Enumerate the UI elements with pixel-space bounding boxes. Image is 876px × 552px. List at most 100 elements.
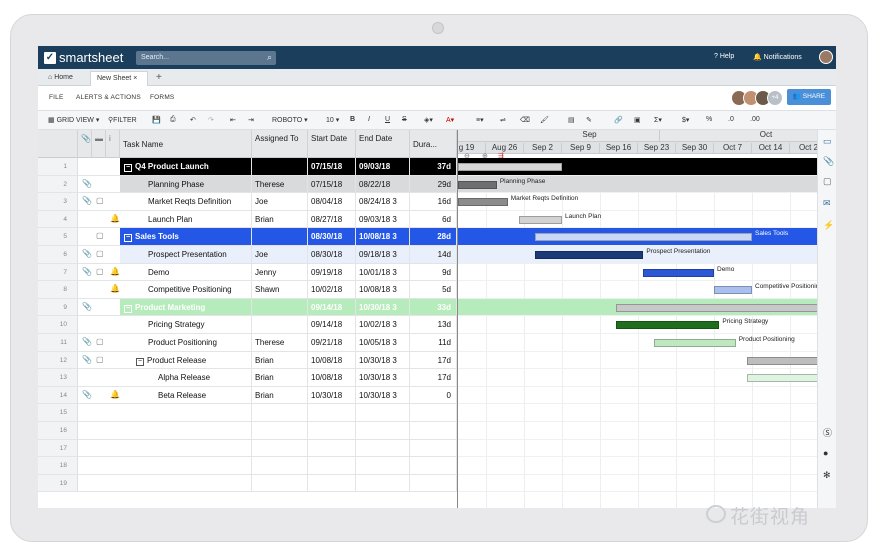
task-name-cell[interactable]: − Product Release: [120, 351, 252, 369]
task-name-cell[interactable]: Product Positioning: [120, 334, 252, 351]
start-date-cell[interactable]: 10/08/18: [308, 351, 356, 369]
row-number[interactable]: 13: [38, 369, 78, 386]
integrations-icon[interactable]: ✻: [823, 470, 831, 481]
gantt-bar[interactable]: [746, 374, 818, 383]
end-date-cell[interactable]: 10/08/18 3: [356, 281, 410, 298]
duration-cell[interactable]: 5d: [410, 281, 457, 298]
end-date-cell[interactable]: 08/24/18 3: [356, 193, 410, 210]
end-date-cell[interactable]: [356, 474, 410, 492]
task-name-cell[interactable]: Beta Release: [120, 386, 252, 404]
attachment-icon[interactable]: 📎: [82, 267, 92, 276]
start-date-cell[interactable]: [308, 422, 356, 439]
assigned-cell[interactable]: Brian: [252, 210, 308, 228]
gantt-bar[interactable]: [458, 163, 562, 171]
task-name-cell[interactable]: − Sales Tools: [120, 228, 252, 245]
filter-button[interactable]: ⚲FILTER: [108, 116, 137, 124]
link-icon[interactable]: 🔗: [614, 116, 623, 124]
assigned-cell[interactable]: [252, 228, 308, 245]
table-row[interactable]: 4 🔔 Launch Plan Brian 08/27/18 09/03/18 3 6d: [38, 210, 457, 229]
assigned-cell[interactable]: Brian: [252, 369, 308, 386]
duration-cell[interactable]: 17d: [410, 351, 457, 369]
row-number[interactable]: 3: [38, 193, 78, 210]
task-name-cell[interactable]: [120, 457, 252, 474]
table-row[interactable]: 11 📎 ▢ Product Positioning Therese 09/21/18 10…: [38, 334, 457, 352]
start-date-cell[interactable]: [308, 404, 356, 421]
percent-button[interactable]: %: [706, 116, 712, 123]
start-date-cell[interactable]: [308, 474, 356, 492]
attachment-icon[interactable]: 📎: [82, 390, 92, 399]
table-row[interactable]: 2 📎 Planning Phase Therese 07/15/18 08/22/18 …: [38, 175, 457, 194]
table-row[interactable]: 6 📎 ▢ Prospect Presentation Joe 08/30/18 09/18…: [38, 246, 457, 264]
attachment-icon[interactable]: 📎: [82, 337, 92, 346]
tab-home[interactable]: ⌂ Home: [42, 71, 79, 86]
assigned-cell[interactable]: Jenny: [252, 263, 308, 281]
task-name-cell[interactable]: Prospect Presentation: [120, 246, 252, 263]
grid-view-button[interactable]: ▦ GRID VIEW ▾: [48, 116, 99, 124]
assigned-cell[interactable]: Brian: [252, 386, 308, 404]
task-name-cell[interactable]: [120, 404, 252, 421]
outdent-icon[interactable]: ⇤: [230, 116, 236, 124]
duration-cell[interactable]: 16d: [410, 193, 457, 210]
table-row[interactable]: 7 📎 ▢ 🔔 Demo Jenny 09/19/18 10/01/18 3 9d: [38, 263, 457, 282]
gantt-bar[interactable]: [458, 180, 497, 189]
start-date-cell[interactable]: 08/30/18: [308, 228, 356, 245]
duration-cell[interactable]: 29d: [410, 175, 457, 193]
end-date-cell[interactable]: 10/30/18 3: [356, 298, 410, 316]
table-row[interactable]: 12 📎 ▢ − Product Release Brian 10/08/18 10/30/1…: [38, 351, 457, 370]
bold-button[interactable]: B: [350, 116, 355, 123]
assigned-cell[interactable]: Therese: [252, 334, 308, 351]
row-number[interactable]: 10: [38, 316, 78, 333]
strikethrough-button[interactable]: S: [402, 116, 407, 123]
row-number[interactable]: 16: [38, 422, 78, 439]
duration-cell[interactable]: 0: [410, 386, 457, 404]
print-icon[interactable]: ⎙: [170, 116, 176, 124]
comment-icon[interactable]: ▢: [96, 337, 104, 346]
row-number[interactable]: 1: [38, 158, 78, 175]
row-number[interactable]: 8: [38, 281, 78, 298]
task-name-cell[interactable]: [120, 422, 252, 439]
start-date-cell[interactable]: 09/14/18: [308, 316, 356, 333]
notifications-link[interactable]: 🔔 Notifications: [753, 53, 802, 61]
end-date-cell[interactable]: [356, 422, 410, 439]
start-date-cell[interactable]: 08/04/18: [308, 193, 356, 210]
decimal-increase-button[interactable]: .00: [750, 116, 760, 123]
help-link[interactable]: ? Help: [714, 53, 734, 60]
assigned-cell[interactable]: [252, 298, 308, 316]
attachment-icon[interactable]: 📎: [82, 355, 92, 364]
gantt-bar[interactable]: [616, 321, 720, 330]
assigned-cell[interactable]: Joe: [252, 193, 308, 210]
attachments-icon[interactable]: 📎: [823, 156, 834, 167]
task-name-cell[interactable]: Competitive Positioning: [120, 281, 252, 298]
gantt-bar[interactable]: [616, 303, 818, 312]
indent-icon[interactable]: ⇥: [248, 116, 254, 124]
start-date-cell[interactable]: 09/14/18: [308, 298, 356, 316]
duration-cell[interactable]: [410, 404, 457, 421]
attachment-icon[interactable]: 📎: [82, 249, 92, 258]
search-input[interactable]: Search... ⌕: [136, 51, 276, 65]
end-date-cell[interactable]: 09/18/18 3: [356, 246, 410, 263]
menu-alerts-actions[interactable]: ALERTS & ACTIONS: [76, 94, 141, 101]
collapse-icon[interactable]: −: [124, 234, 132, 243]
redo-icon[interactable]: ↷: [208, 116, 214, 124]
task-name-cell[interactable]: [120, 474, 252, 492]
table-row[interactable]: 13 Alpha Release Brian 10/08/18 10/30/18 3 17…: [38, 369, 457, 387]
attachment-icon[interactable]: 📎: [82, 196, 92, 205]
table-row[interactable]: 10 Pricing Strategy 09/14/18 10/02/18 3 13d: [38, 316, 457, 334]
start-date-cell[interactable]: 07/15/18: [308, 158, 356, 175]
assigned-cell[interactable]: [252, 422, 308, 439]
italic-button[interactable]: I: [368, 116, 370, 123]
gantt-bar[interactable]: [458, 198, 508, 207]
save-icon[interactable]: 💾: [152, 116, 161, 124]
comment-icon[interactable]: ▢: [96, 249, 104, 258]
col-header-assigned[interactable]: Assigned To: [252, 130, 308, 158]
wrap-icon[interactable]: ⇌: [500, 116, 506, 124]
table-row[interactable]: 9 📎 − Product Marketing 09/14/18 10/30/18 3 33…: [38, 298, 457, 317]
table-row[interactable]: 8 🔔 Competitive Positioning Shawn 10/02/18 10…: [38, 281, 457, 299]
end-date-cell[interactable]: 10/30/18 3: [356, 386, 410, 404]
gantt-bar[interactable]: [518, 215, 562, 224]
start-date-cell[interactable]: [308, 439, 356, 457]
smartsheet-logo[interactable]: ✓ smartsheet: [44, 50, 123, 65]
table-row[interactable]: 3 📎 ▢ Market Reqts Definition Joe 08/04/18 08/…: [38, 193, 457, 211]
end-date-cell[interactable]: [356, 404, 410, 421]
table-row[interactable]: 18: [38, 457, 457, 475]
